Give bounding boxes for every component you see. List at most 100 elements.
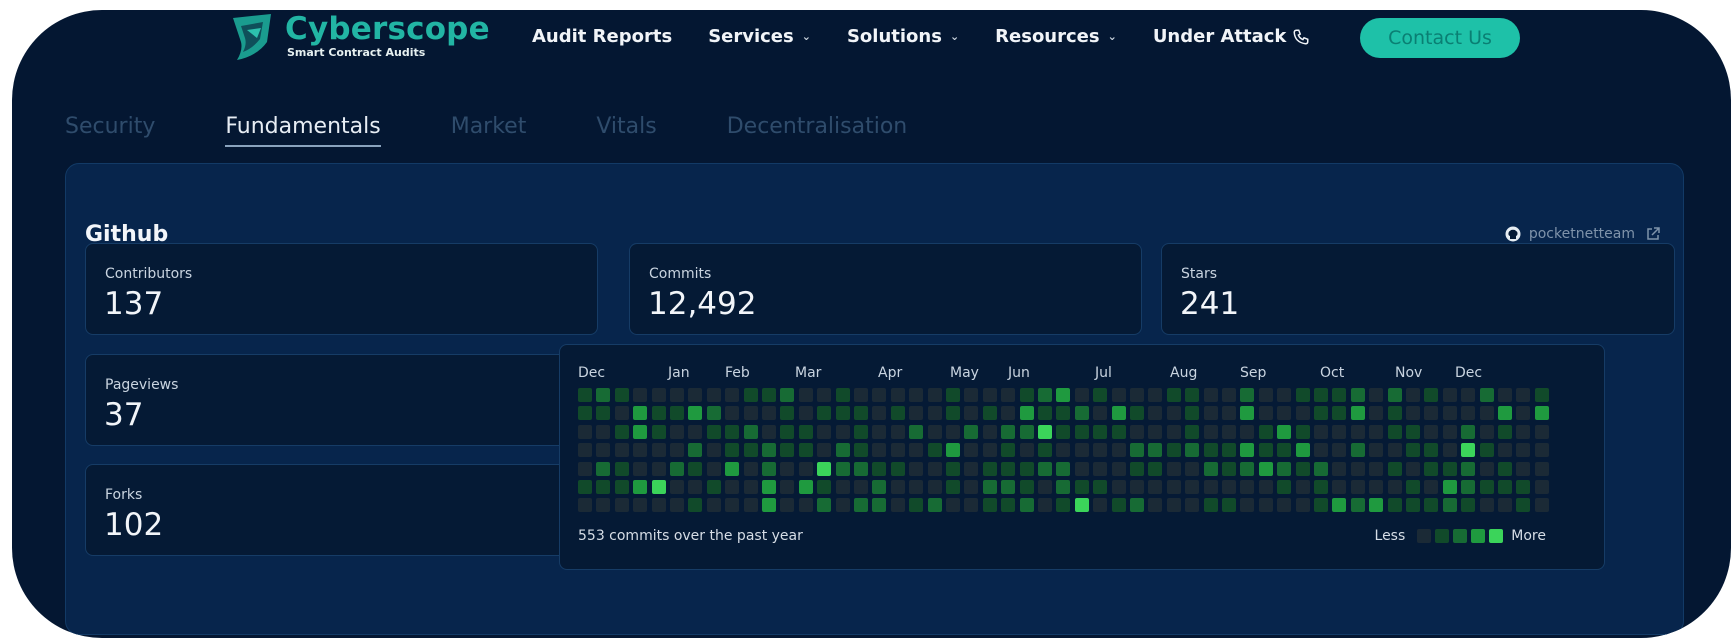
heatmap-cell[interactable] [1130,498,1144,513]
heatmap-cell[interactable] [1369,498,1384,513]
heatmap-cell[interactable] [1056,443,1071,458]
heatmap-cell[interactable] [1148,388,1163,402]
heatmap-cell[interactable] [725,461,740,476]
heatmap-cell[interactable] [1185,424,1200,439]
heatmap-cell[interactable] [1424,498,1439,513]
heatmap-cell[interactable] [1387,480,1402,494]
heatmap-cell[interactable] [1074,388,1089,402]
heatmap-cell[interactable] [1479,424,1494,439]
heatmap-cell[interactable] [1350,388,1365,402]
heatmap-cell[interactable] [651,406,666,421]
heatmap-cell[interactable] [1424,424,1439,439]
heatmap-cell[interactable] [854,388,868,402]
heatmap-cell[interactable] [835,443,850,458]
heatmap-cell[interactable] [1277,406,1292,421]
heatmap-cell[interactable] [1498,424,1512,439]
heatmap-cell[interactable] [1369,424,1384,439]
heatmap-cell[interactable] [1074,480,1089,494]
heatmap-cell[interactable] [670,480,684,494]
heatmap-cell[interactable] [1479,480,1494,494]
nav-solutions[interactable]: Solutions ⌄ [847,26,959,47]
heatmap-cell[interactable] [1111,406,1126,421]
heatmap-cell[interactable] [835,388,850,402]
heatmap-cell[interactable] [982,406,997,421]
heatmap-cell[interactable] [1056,461,1071,476]
heatmap-cell[interactable] [1387,498,1402,513]
heatmap-cell[interactable] [651,480,666,494]
heatmap-cell[interactable] [1166,480,1181,494]
heatmap-cell[interactable] [596,406,611,421]
heatmap-cell[interactable] [1130,406,1144,421]
heatmap-cell[interactable] [817,443,832,458]
heatmap-cell[interactable] [1498,443,1512,458]
github-repo-link[interactable]: pocketnetteam [1505,226,1661,242]
heatmap-cell[interactable] [964,424,979,439]
heatmap-cell[interactable] [1314,424,1328,439]
heatmap-cell[interactable] [688,443,703,458]
heatmap-cell[interactable] [872,461,887,476]
heatmap-cell[interactable] [1130,424,1144,439]
heatmap-cell[interactable] [743,498,758,513]
heatmap-cell[interactable] [854,461,868,476]
nav-services[interactable]: Services ⌄ [708,26,811,47]
heatmap-cell[interactable] [798,461,813,476]
heatmap-cell[interactable] [946,406,960,421]
heatmap-cell[interactable] [1185,388,1200,402]
heatmap-cell[interactable] [1350,406,1365,421]
heatmap-cell[interactable] [1258,424,1273,439]
heatmap-cell[interactable] [1148,498,1163,513]
heatmap-cell[interactable] [964,498,979,513]
heatmap-cell[interactable] [927,406,942,421]
heatmap-cell[interactable] [1314,406,1328,421]
heatmap-cell[interactable] [1056,498,1071,513]
heatmap-cell[interactable] [1222,498,1236,513]
heatmap-cell[interactable] [1516,480,1531,494]
heatmap-cell[interactable] [1314,388,1328,402]
heatmap-cell[interactable] [1056,480,1071,494]
heatmap-cell[interactable] [633,461,648,476]
heatmap-cell[interactable] [872,406,887,421]
heatmap-cell[interactable] [946,424,960,439]
heatmap-cell[interactable] [1406,406,1420,421]
heatmap-cell[interactable] [1424,406,1439,421]
heatmap-cell[interactable] [1222,424,1236,439]
heatmap-cell[interactable] [1277,498,1292,513]
heatmap-cell[interactable] [1387,424,1402,439]
heatmap-cell[interactable] [1166,498,1181,513]
heatmap-cell[interactable] [1534,406,1549,421]
heatmap-cell[interactable] [1001,388,1016,402]
heatmap-cell[interactable] [596,388,611,402]
heatmap-cell[interactable] [1369,443,1384,458]
heatmap-cell[interactable] [1001,406,1016,421]
heatmap-cell[interactable] [651,443,666,458]
heatmap-cell[interactable] [1074,443,1089,458]
heatmap-cell[interactable] [651,424,666,439]
heatmap-cell[interactable] [1038,498,1052,513]
heatmap-cell[interactable] [1111,443,1126,458]
heatmap-cell[interactable] [982,461,997,476]
heatmap-cell[interactable] [1074,424,1089,439]
heatmap-cell[interactable] [1093,461,1108,476]
heatmap-cell[interactable] [1093,498,1108,513]
heatmap-cell[interactable] [909,461,924,476]
heatmap-cell[interactable] [614,498,629,513]
heatmap-cell[interactable] [1516,443,1531,458]
heatmap-cell[interactable] [1479,461,1494,476]
heatmap-cell[interactable] [1185,480,1200,494]
heatmap-cell[interactable] [578,424,592,439]
heatmap-cell[interactable] [1093,480,1108,494]
heatmap-cell[interactable] [1130,461,1144,476]
heatmap-cell[interactable] [1074,498,1089,513]
nav-resources[interactable]: Resources ⌄ [995,26,1117,47]
heatmap-cell[interactable] [725,480,740,494]
heatmap-cell[interactable] [946,498,960,513]
heatmap-cell[interactable] [1258,443,1273,458]
heatmap-cell[interactable] [1369,480,1384,494]
heatmap-cell[interactable] [1516,388,1531,402]
heatmap-cell[interactable] [1479,498,1494,513]
heatmap-cell[interactable] [1277,388,1292,402]
heatmap-cell[interactable] [1130,480,1144,494]
heatmap-cell[interactable] [982,480,997,494]
heatmap-cell[interactable] [1277,443,1292,458]
heatmap-cell[interactable] [1498,480,1512,494]
